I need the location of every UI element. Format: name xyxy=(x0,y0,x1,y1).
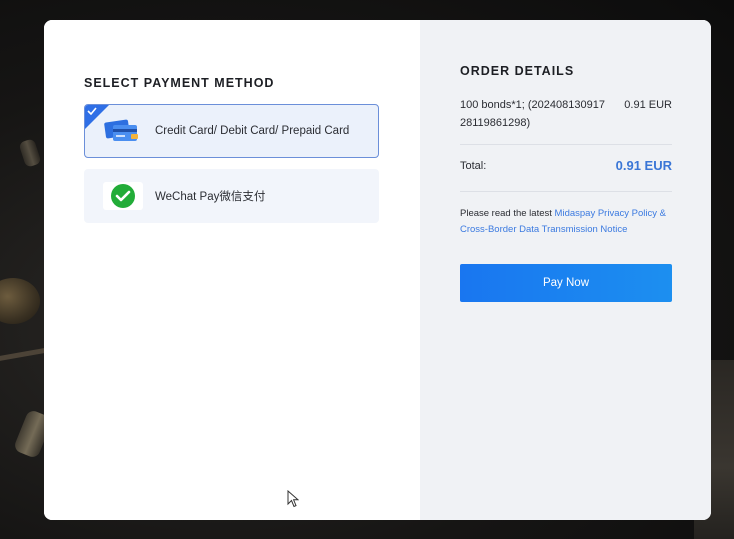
order-line-item: 100 bonds*1; (20240813091728119861298) 0… xyxy=(460,96,672,132)
pay-now-button[interactable]: Pay Now xyxy=(460,264,672,302)
total-row: Total: 0.91 EUR xyxy=(460,158,672,173)
divider xyxy=(460,144,672,145)
background-shell-small xyxy=(18,138,42,168)
wechat-pay-icon xyxy=(103,182,143,210)
divider xyxy=(460,191,672,192)
payment-method-panel: SELECT PAYMENT METHOD Credit Card/ Debit… xyxy=(44,20,420,520)
total-value: 0.91 EUR xyxy=(615,158,672,173)
payment-method-credit-card[interactable]: Credit Card/ Debit Card/ Prepaid Card xyxy=(84,104,379,158)
privacy-notice-text: Please read the latest xyxy=(460,208,555,219)
mouse-cursor-icon xyxy=(287,490,299,508)
order-item-description: 100 bonds*1; (20240813091728119861298) xyxy=(460,99,605,129)
order-details-title: ORDER DETAILS xyxy=(460,64,575,78)
total-label: Total: xyxy=(460,159,487,172)
payment-method-wechat-pay[interactable]: WeChat Pay微信支付 xyxy=(84,169,379,223)
order-item-price: 0.91 EUR xyxy=(624,99,672,111)
order-details-panel: ORDER DETAILS 100 bonds*1; (202408130917… xyxy=(420,20,711,520)
payment-section-title: SELECT PAYMENT METHOD xyxy=(84,76,275,90)
background-stick xyxy=(0,347,51,362)
credit-card-icon xyxy=(103,117,143,145)
privacy-notice: Please read the latest Midaspay Privacy … xyxy=(460,206,674,238)
background-coin xyxy=(0,278,40,324)
wechat-pay-label: WeChat Pay微信支付 xyxy=(155,191,266,203)
payment-dialog: SELECT PAYMENT METHOD Credit Card/ Debit… xyxy=(44,20,711,520)
credit-card-label: Credit Card/ Debit Card/ Prepaid Card xyxy=(155,125,350,137)
